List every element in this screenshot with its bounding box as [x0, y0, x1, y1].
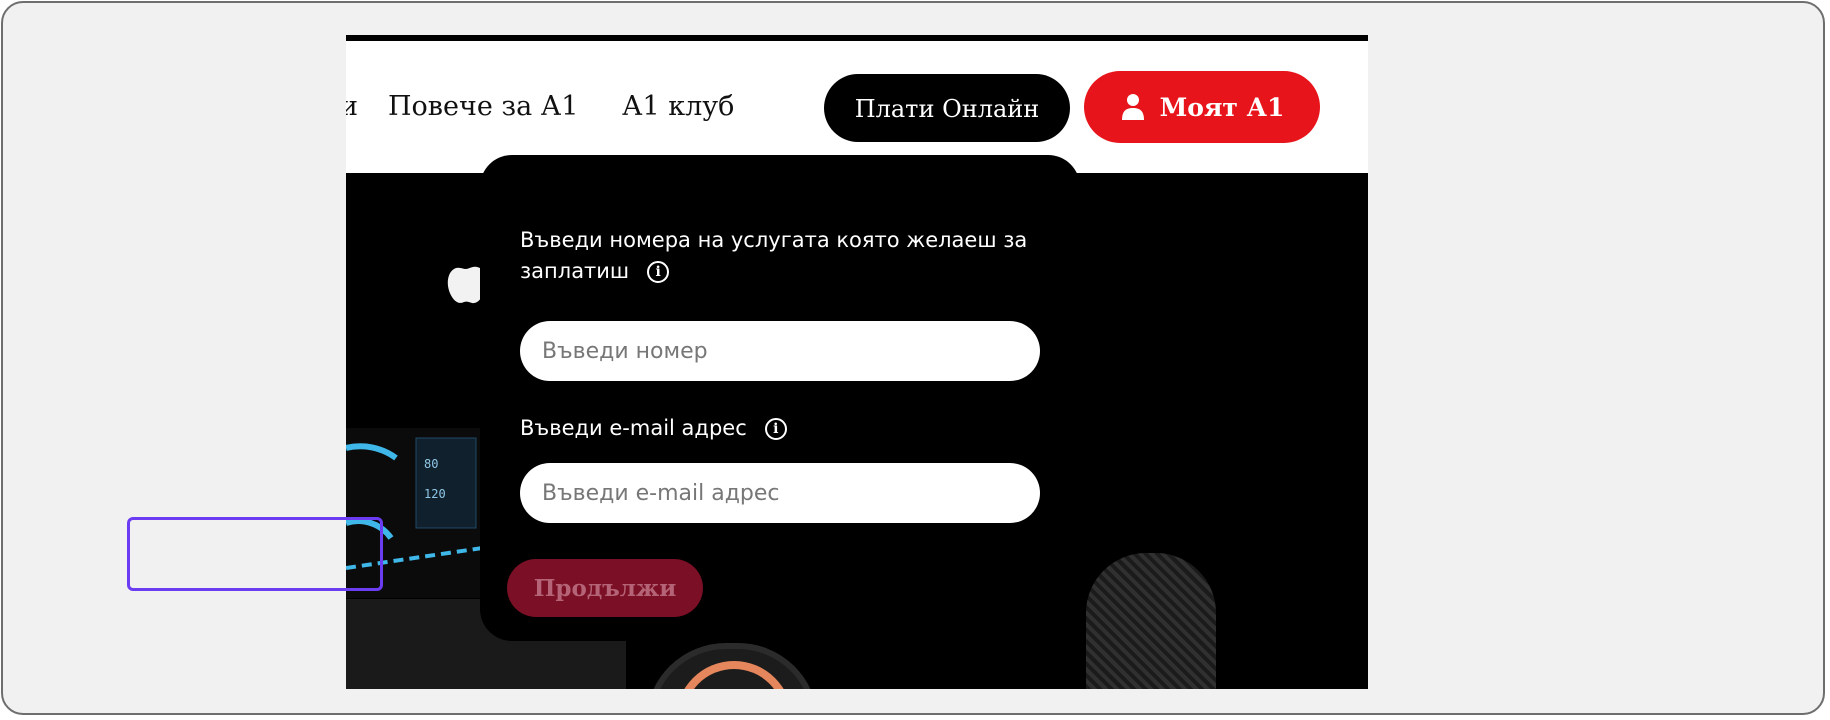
service-number-input[interactable] [520, 321, 1040, 381]
nav-item-more-about-a1[interactable]: Повече за А1 [388, 91, 578, 122]
screenshot-frame: и Повече за А1 А1 клуб Плати Онлайн Моят… [1, 1, 1825, 715]
pay-online-popover: Въведи номера на услугата която желаеш з… [480, 155, 1080, 641]
my-a1-button[interactable]: Моят А1 [1084, 71, 1320, 143]
svg-text:120: 120 [424, 487, 446, 501]
svg-text:80: 80 [424, 457, 438, 471]
watch-band-image [1086, 553, 1216, 689]
pay-online-button[interactable]: Плати Онлайн [824, 74, 1070, 142]
my-a1-label: Моят А1 [1159, 92, 1285, 122]
continue-button[interactable]: Продължи [507, 559, 703, 617]
info-icon[interactable]: i [647, 261, 670, 283]
service-number-label: Въведи номера на услугата която желаеш з… [520, 225, 1040, 287]
service-number-label-text: Въведи номера на услугата която желаеш з… [520, 228, 1028, 283]
site-header: и Повече за А1 А1 клуб Плати Онлайн Моят… [346, 41, 1368, 173]
continue-button-highlight [127, 517, 383, 591]
email-label: Въведи e-mail адрес i [520, 413, 787, 443]
nav-item-partial[interactable]: и [346, 91, 358, 122]
email-input[interactable] [520, 463, 1040, 523]
browser-viewport: и Повече за А1 А1 клуб Плати Онлайн Моят… [346, 35, 1368, 689]
user-icon [1121, 94, 1144, 120]
info-icon[interactable]: i [764, 418, 787, 440]
email-label-text: Въведи e-mail адрес [520, 416, 747, 440]
nav-item-a1-club[interactable]: А1 клуб [622, 91, 734, 122]
